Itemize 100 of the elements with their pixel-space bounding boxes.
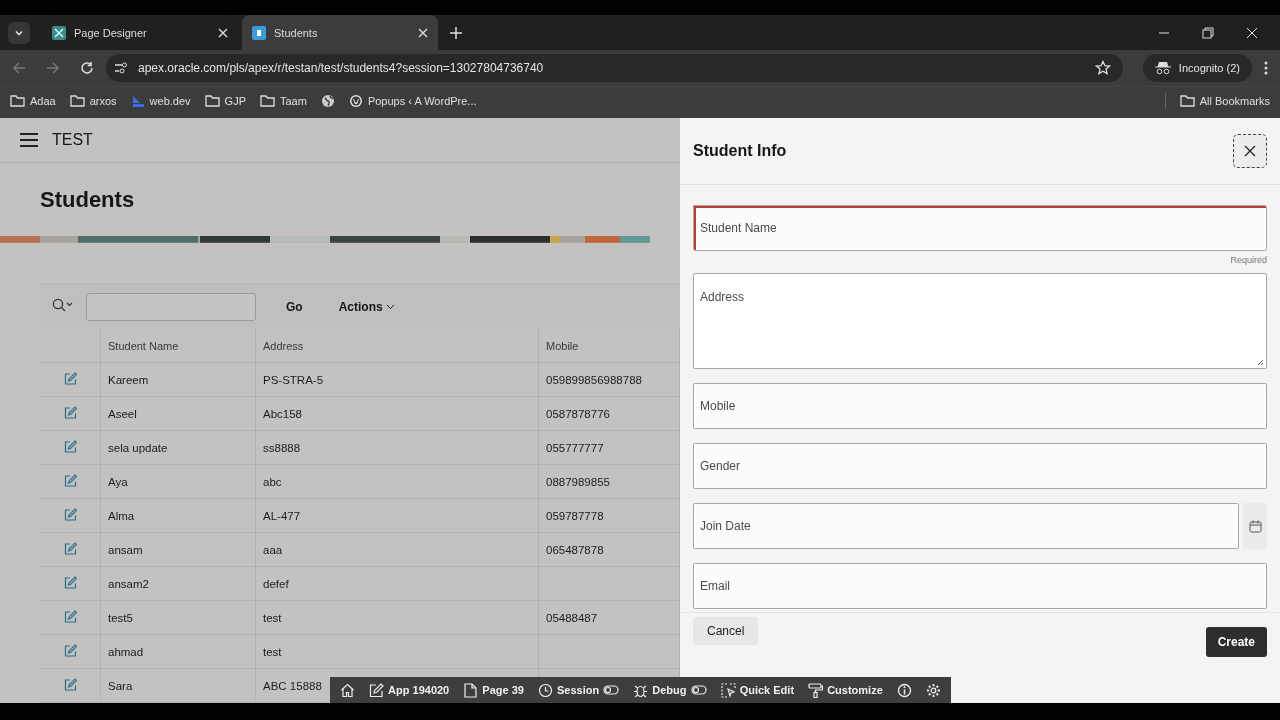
edit-icon[interactable]	[63, 644, 77, 657]
table-cell: 059787778	[546, 509, 604, 522]
forward-icon[interactable]	[46, 61, 60, 75]
reload-icon[interactable]	[80, 61, 94, 75]
calendar-icon	[1248, 519, 1262, 533]
input-field[interactable]: Join Date	[693, 503, 1239, 549]
back-icon[interactable]	[12, 61, 26, 75]
folder-icon	[1179, 95, 1195, 107]
edit-icon[interactable]	[63, 406, 77, 419]
folder-icon	[260, 95, 275, 107]
table-cell: 065487878	[546, 543, 604, 556]
tab-search-button[interactable]	[8, 21, 30, 44]
table-cell: test5	[108, 611, 133, 624]
edit-icon[interactable]	[63, 610, 77, 623]
star-icon[interactable]	[1094, 60, 1111, 76]
page-title: Students	[39, 186, 136, 215]
apex-icon	[252, 25, 266, 40]
table-cell: ABC 15888	[263, 679, 322, 692]
table-cell: Kareem	[108, 373, 149, 386]
designer-icon	[52, 25, 66, 40]
table-cell: Alma	[108, 509, 135, 522]
caret-icon	[385, 303, 395, 310]
close-icon[interactable]	[418, 27, 428, 38]
column-header[interactable]: Address	[263, 339, 304, 352]
bookmark-item[interactable]: GJP	[204, 95, 246, 107]
table-cell: 05488487	[546, 611, 598, 624]
table-cell: test	[263, 611, 282, 624]
toolbar-button[interactable]: App 194020	[365, 682, 454, 698]
menu-icon[interactable]	[20, 133, 38, 148]
table-cell: Aseel	[108, 407, 137, 420]
bookmark-item[interactable]: Adaa	[10, 95, 56, 107]
toolbar-button[interactable]: Customize	[804, 682, 887, 698]
incognito-button[interactable]: Incognito (2)	[1142, 54, 1252, 82]
table-cell: sela update	[108, 441, 168, 454]
toolbar-button[interactable]: Session	[534, 682, 624, 698]
folder-icon	[10, 95, 25, 107]
toolbar-button[interactable]: Quick Edit	[716, 682, 799, 698]
app-name: TEST	[52, 131, 93, 150]
globe-icon[interactable]	[320, 94, 335, 108]
folder-icon	[69, 95, 85, 107]
input-field[interactable]: Address	[693, 273, 1267, 369]
edit-icon[interactable]	[63, 372, 77, 385]
table-cell: 055777777	[546, 441, 604, 454]
menu-icon[interactable]	[1264, 61, 1268, 75]
table-cell: PS-STRA-5	[263, 373, 324, 386]
bookmark-item[interactable]: Taam	[260, 95, 307, 107]
home-icon	[340, 682, 355, 698]
table-cell: test	[263, 645, 282, 658]
edit-icon[interactable]	[63, 576, 77, 589]
toolbar-button[interactable]: Page 39	[459, 682, 528, 698]
edit-icon[interactable]	[63, 678, 77, 691]
column-header[interactable]: Mobile	[546, 339, 579, 352]
table-cell: Sara	[108, 679, 133, 692]
table-cell: 059899856988788	[546, 373, 642, 386]
bookmark-item[interactable]: Popups ‹ A WordPre...	[348, 94, 477, 108]
close-button[interactable]	[1233, 134, 1267, 168]
input-field[interactable]: Email	[693, 563, 1267, 609]
input-field[interactable]: Gender	[693, 443, 1267, 489]
table-cell: aaa	[263, 543, 283, 556]
new-tab-icon[interactable]	[450, 26, 462, 39]
table-cell: AL-477	[263, 509, 301, 522]
browser-tab[interactable]: Students	[242, 15, 438, 50]
table-cell: 0887989855	[546, 475, 610, 488]
cursor-icon	[720, 682, 736, 698]
input-field[interactable]: Mobile	[693, 383, 1267, 429]
cancel-button[interactable]: Cancel	[693, 617, 759, 645]
go-button[interactable]: Go	[280, 298, 309, 315]
toolbar-button[interactable]: Debug	[629, 682, 711, 698]
edit-icon[interactable]	[63, 440, 77, 453]
search-field[interactable]	[86, 292, 256, 321]
address-bar[interactable]: apex.oracle.com/pls/apex/r/testan/test/students4?session=13027804736740	[106, 54, 1123, 82]
input-field[interactable]: Student Name	[693, 205, 1267, 251]
close-icon[interactable]	[1246, 26, 1258, 39]
close-icon[interactable]	[218, 27, 228, 38]
incognito-icon	[1154, 61, 1171, 75]
site-settings-icon[interactable]	[114, 61, 128, 75]
table-cell: ansam2	[108, 577, 149, 590]
clock-icon	[538, 682, 554, 698]
tab-title: Students	[274, 26, 319, 39]
resize-handle-icon[interactable]	[1257, 359, 1264, 366]
actions-menu-button[interactable]: Actions	[332, 299, 401, 314]
page-icon	[463, 682, 479, 698]
restore-icon[interactable]	[1202, 26, 1214, 39]
edit-icon[interactable]	[63, 474, 77, 487]
pencil-icon	[369, 682, 385, 698]
folder-icon	[204, 95, 220, 107]
edit-icon[interactable]	[63, 542, 77, 555]
table-cell: Aya	[108, 475, 128, 488]
webdev-icon	[130, 94, 145, 108]
search-icon	[52, 298, 74, 312]
create-button[interactable]: Create	[1205, 627, 1267, 657]
column-header[interactable]: Student Name	[108, 339, 179, 352]
tab-title: Page Designer	[74, 26, 148, 39]
bookmark-item[interactable]: arxos	[69, 95, 117, 107]
all-bookmarks-item[interactable]: All Bookmarks	[1179, 95, 1270, 107]
table-cell: defef	[263, 577, 289, 590]
edit-icon[interactable]	[63, 508, 77, 521]
settings-icon	[925, 682, 941, 698]
bookmark-item[interactable]: web.dev	[130, 94, 191, 108]
dialog-title: Student Info	[693, 142, 787, 160]
